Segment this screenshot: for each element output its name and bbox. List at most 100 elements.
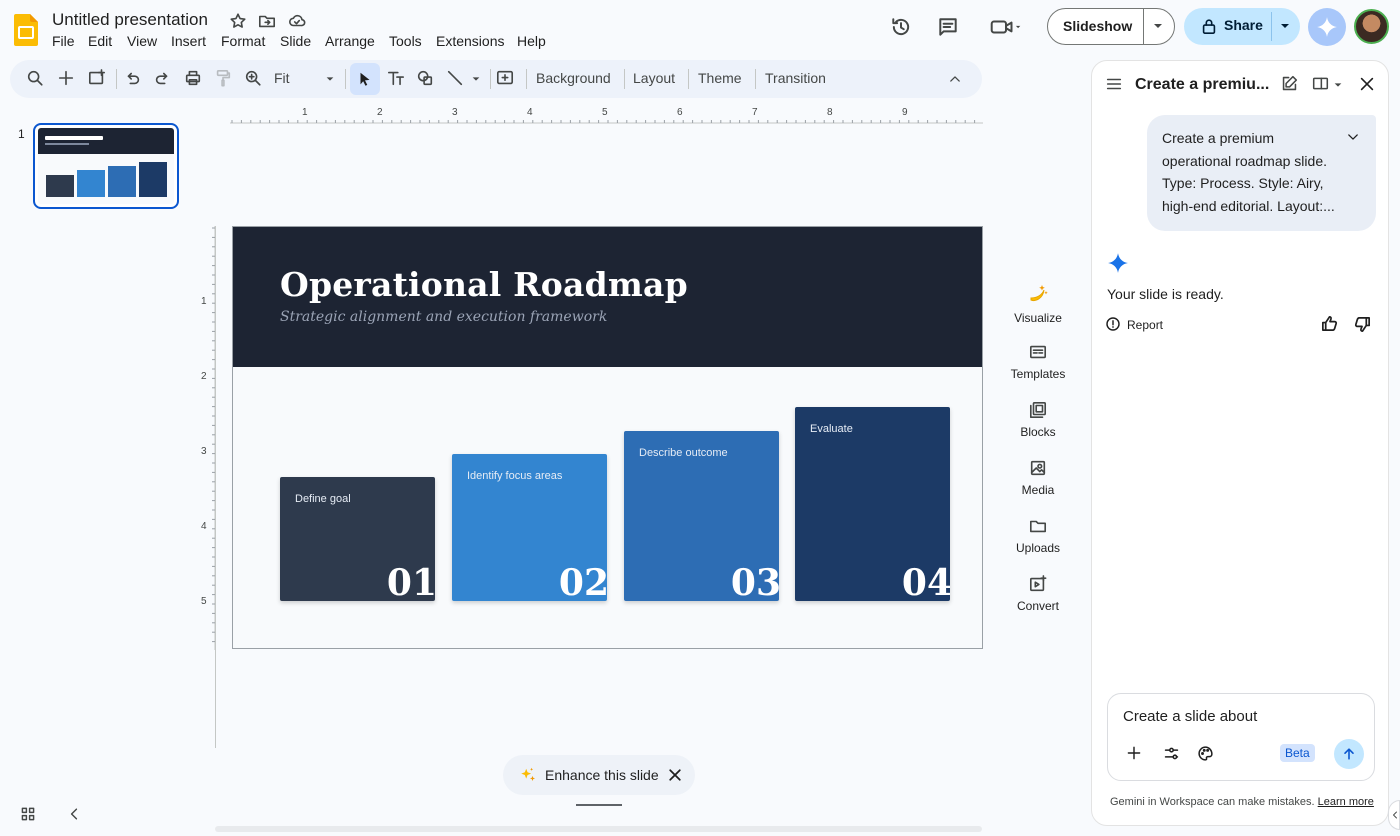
menu-format[interactable]: Format xyxy=(221,33,265,49)
ruler-label: 4 xyxy=(201,521,207,532)
collapse-toolbar-icon[interactable] xyxy=(948,72,962,86)
user-prompt-text: Create a premium operational roadmap sli… xyxy=(1162,130,1335,214)
paint-format-icon[interactable] xyxy=(214,69,232,87)
zoom-dropdown-icon[interactable] xyxy=(325,74,335,84)
step-card-3[interactable]: Describe outcome 03 xyxy=(624,431,779,601)
text-box-icon[interactable] xyxy=(386,69,406,87)
move-folder-icon[interactable] xyxy=(258,12,276,30)
prompt-input-text[interactable]: Create a slide about xyxy=(1123,708,1257,725)
menu-icon[interactable] xyxy=(1105,75,1123,93)
toolbar: Fit Background Layout Theme Transition xyxy=(10,60,982,98)
zoom-icon[interactable] xyxy=(244,69,262,87)
line-dropdown-icon[interactable] xyxy=(471,74,481,84)
speaker-notes-handle[interactable] xyxy=(576,804,622,806)
collapse-filmstrip-icon[interactable] xyxy=(66,806,82,822)
thumbs-down-icon[interactable] xyxy=(1353,315,1372,334)
background-button[interactable]: Background xyxy=(536,70,611,86)
convert-icon xyxy=(1029,575,1047,592)
media-icon xyxy=(1030,460,1046,476)
document-title[interactable]: Untitled presentation xyxy=(52,10,208,30)
menu-arrange[interactable]: Arrange xyxy=(325,33,375,49)
menu-insert[interactable]: Insert xyxy=(171,33,206,49)
line-icon[interactable] xyxy=(446,69,464,87)
close-enhance-icon[interactable] xyxy=(667,767,683,783)
meet-video-icon[interactable] xyxy=(984,12,1028,42)
grid-view-icon[interactable] xyxy=(20,806,36,822)
redo-icon[interactable] xyxy=(153,69,171,87)
disclaimer: Gemini in Workspace can make mistakes. L… xyxy=(1110,796,1374,808)
zoom-select[interactable]: Fit xyxy=(274,70,290,86)
toolbar-divider xyxy=(526,69,527,89)
slide-title[interactable]: Operational Roadmap xyxy=(280,265,688,304)
slideshow-button[interactable]: Slideshow xyxy=(1047,8,1175,45)
panel-layout-icon[interactable] xyxy=(1312,75,1329,92)
side-tool-label: Blocks xyxy=(1020,425,1056,439)
step-card-2[interactable]: Identify focus areas 02 xyxy=(452,454,607,601)
menu-slide[interactable]: Slide xyxy=(280,33,311,49)
cloud-saved-icon[interactable] xyxy=(287,12,307,30)
select-tool[interactable] xyxy=(350,63,380,95)
menu-view[interactable]: View xyxy=(127,33,157,49)
tune-icon[interactable] xyxy=(1163,745,1180,762)
print-icon[interactable] xyxy=(184,69,202,87)
new-slide-icon[interactable] xyxy=(57,69,75,87)
enhance-slide-pill[interactable]: Enhance this slide xyxy=(503,755,695,795)
menu-file[interactable]: File xyxy=(52,33,75,49)
banana-sparkle-icon xyxy=(1030,285,1048,301)
gemini-side-panel: Create a premiu... Create a premium oper… xyxy=(1091,60,1389,826)
media-tool[interactable]: Media xyxy=(1000,459,1076,497)
ruler-label: 8 xyxy=(827,107,833,118)
menu-tools[interactable]: Tools xyxy=(389,33,422,49)
slide-thumbnail-preview xyxy=(38,128,174,204)
templates-tool[interactable]: Templates xyxy=(1000,343,1076,381)
prompt-input[interactable]: Create a slide about Beta xyxy=(1107,693,1375,781)
step-card-1[interactable]: Define goal 01 xyxy=(280,477,435,601)
share-dropdown-icon[interactable] xyxy=(1279,20,1291,32)
ruler-label: 6 xyxy=(677,107,683,118)
panel-layout-dropdown-icon[interactable] xyxy=(1333,80,1343,90)
layout-button[interactable]: Layout xyxy=(633,70,675,86)
share-divider xyxy=(1271,12,1272,41)
search-menus-icon[interactable] xyxy=(26,69,44,87)
version-history-icon[interactable] xyxy=(886,12,916,42)
slides-logo[interactable] xyxy=(14,14,38,46)
visualize-tool[interactable]: Visualize xyxy=(1000,283,1076,325)
convert-tool[interactable]: Convert xyxy=(1000,575,1076,613)
undo-icon[interactable] xyxy=(124,69,142,87)
share-button[interactable]: Share xyxy=(1184,8,1300,45)
thumbs-up-icon[interactable] xyxy=(1320,314,1339,333)
transition-button[interactable]: Transition xyxy=(765,70,826,86)
slideshow-dropdown-icon[interactable] xyxy=(1152,20,1164,32)
new-slide-layout-icon[interactable] xyxy=(87,69,107,87)
blocks-tool[interactable]: Blocks xyxy=(1000,401,1076,439)
menu-extensions[interactable]: Extensions xyxy=(436,33,504,49)
account-avatar[interactable] xyxy=(1354,9,1389,44)
toolbar-divider xyxy=(116,69,117,89)
slide-subtitle[interactable]: Strategic alignment and execution framew… xyxy=(280,309,607,325)
gemini-sparkle-button[interactable] xyxy=(1308,8,1346,46)
side-tool-label: Media xyxy=(1021,483,1055,497)
expand-prompt-icon[interactable] xyxy=(1346,130,1360,144)
report-button[interactable]: Report xyxy=(1127,318,1163,332)
menu-edit[interactable]: Edit xyxy=(88,33,112,49)
step-card-4[interactable]: Evaluate 04 xyxy=(795,407,950,601)
comments-icon[interactable] xyxy=(933,12,963,42)
slide-thumbnail[interactable] xyxy=(33,123,179,209)
add-icon[interactable] xyxy=(1126,745,1142,761)
new-chat-icon[interactable] xyxy=(1281,75,1298,92)
palette-icon[interactable] xyxy=(1197,745,1214,762)
horizontal-scrollbar[interactable] xyxy=(215,826,982,832)
panel-toggle-handle[interactable] xyxy=(1388,800,1400,830)
ruler-edge xyxy=(215,226,216,748)
learn-more-link[interactable]: Learn more xyxy=(1318,796,1374,808)
menu-help[interactable]: Help xyxy=(517,33,546,49)
shape-icon[interactable] xyxy=(416,69,434,87)
insert-comment-icon[interactable] xyxy=(496,69,514,87)
send-button[interactable] xyxy=(1334,739,1364,769)
star-icon[interactable] xyxy=(229,12,247,30)
close-panel-icon[interactable] xyxy=(1358,75,1376,93)
theme-button[interactable]: Theme xyxy=(698,70,742,86)
slide[interactable]: Operational Roadmap Strategic alignment … xyxy=(232,226,983,649)
uploads-tool[interactable]: Uploads xyxy=(1000,517,1076,555)
report-icon[interactable] xyxy=(1105,316,1121,332)
